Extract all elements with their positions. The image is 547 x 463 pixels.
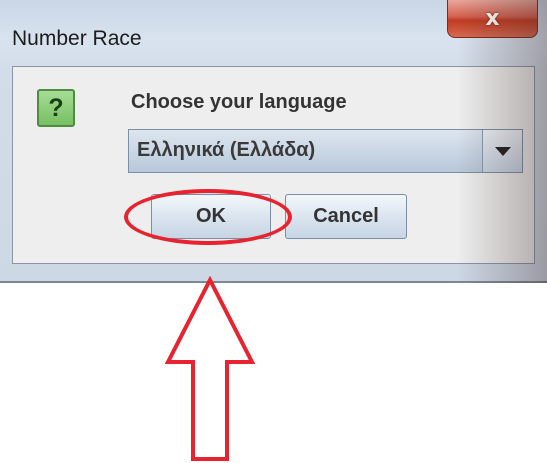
close-icon: x bbox=[485, 5, 500, 31]
up-arrow-icon bbox=[164, 276, 256, 461]
ok-button[interactable]: OK bbox=[151, 194, 271, 239]
dialog-window: Number Race x ? Choose your language Ελλ… bbox=[0, 0, 547, 283]
close-button[interactable]: x bbox=[447, 0, 538, 38]
window-title: Number Race bbox=[12, 27, 142, 50]
chevron-down-icon bbox=[494, 146, 511, 156]
language-select-value: Ελληνικά (Ελλάδα) bbox=[137, 139, 316, 161]
question-icon: ? bbox=[37, 89, 75, 127]
cancel-button[interactable]: Cancel bbox=[285, 194, 407, 239]
language-prompt: Choose your language bbox=[131, 91, 347, 113]
dropdown-button[interactable] bbox=[482, 130, 522, 172]
dialog-content: ? Choose your language Ελληνικά (Ελλάδα)… bbox=[12, 66, 535, 264]
language-select[interactable]: Ελληνικά (Ελλάδα) bbox=[128, 129, 523, 173]
